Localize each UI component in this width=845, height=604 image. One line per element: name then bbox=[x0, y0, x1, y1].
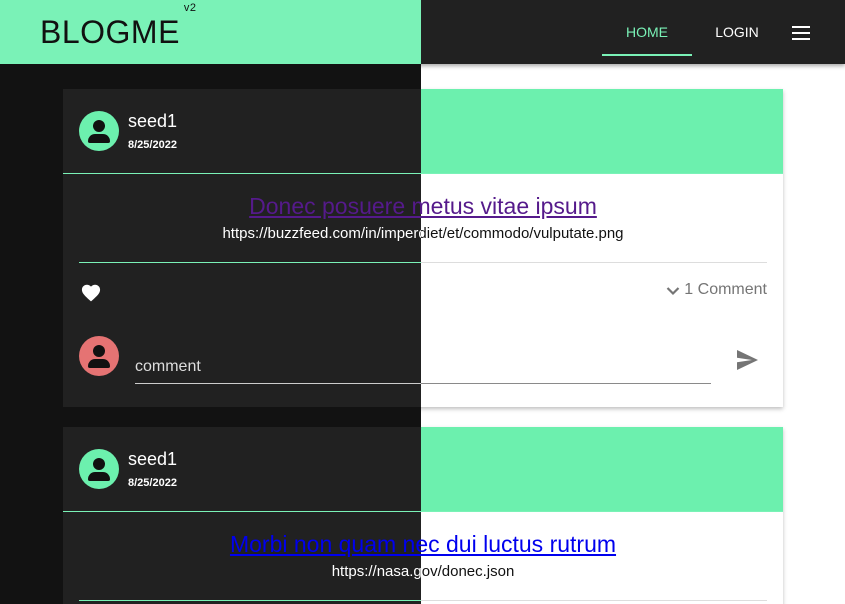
commenter-avatar-icon bbox=[79, 336, 119, 376]
app-root: BLOGMEv2 HOME LOGIN seed1 8/25/2022 Done… bbox=[0, 0, 845, 604]
send-icon[interactable] bbox=[735, 349, 759, 371]
comments-toggle-button[interactable]: 1 Comment bbox=[666, 281, 767, 299]
brand-version: v2 bbox=[183, 2, 197, 15]
post-date: 8/25/2022 bbox=[128, 139, 177, 151]
nav-login-label: LOGIN bbox=[715, 24, 759, 40]
nav-active-indicator bbox=[602, 54, 692, 56]
author-avatar-icon bbox=[79, 449, 119, 489]
hamburger-menu-icon[interactable] bbox=[792, 26, 810, 40]
author-name: seed1 bbox=[128, 111, 178, 131]
nav-home-button[interactable]: HOME bbox=[602, 0, 692, 64]
author-name: seed1 bbox=[128, 449, 178, 469]
post-date: 8/25/2022 bbox=[128, 477, 177, 489]
chevron-down-icon bbox=[667, 287, 680, 296]
comments-count-label: 1 Comment bbox=[684, 281, 767, 298]
brand-name: BLOGME bbox=[40, 14, 180, 50]
nav-login-button[interactable]: LOGIN bbox=[702, 0, 772, 64]
author-avatar-icon bbox=[79, 111, 119, 151]
brand-logo[interactable]: BLOGMEv2 bbox=[40, 2, 197, 51]
like-heart-icon[interactable] bbox=[80, 282, 102, 302]
nav-home-label: HOME bbox=[626, 24, 668, 40]
